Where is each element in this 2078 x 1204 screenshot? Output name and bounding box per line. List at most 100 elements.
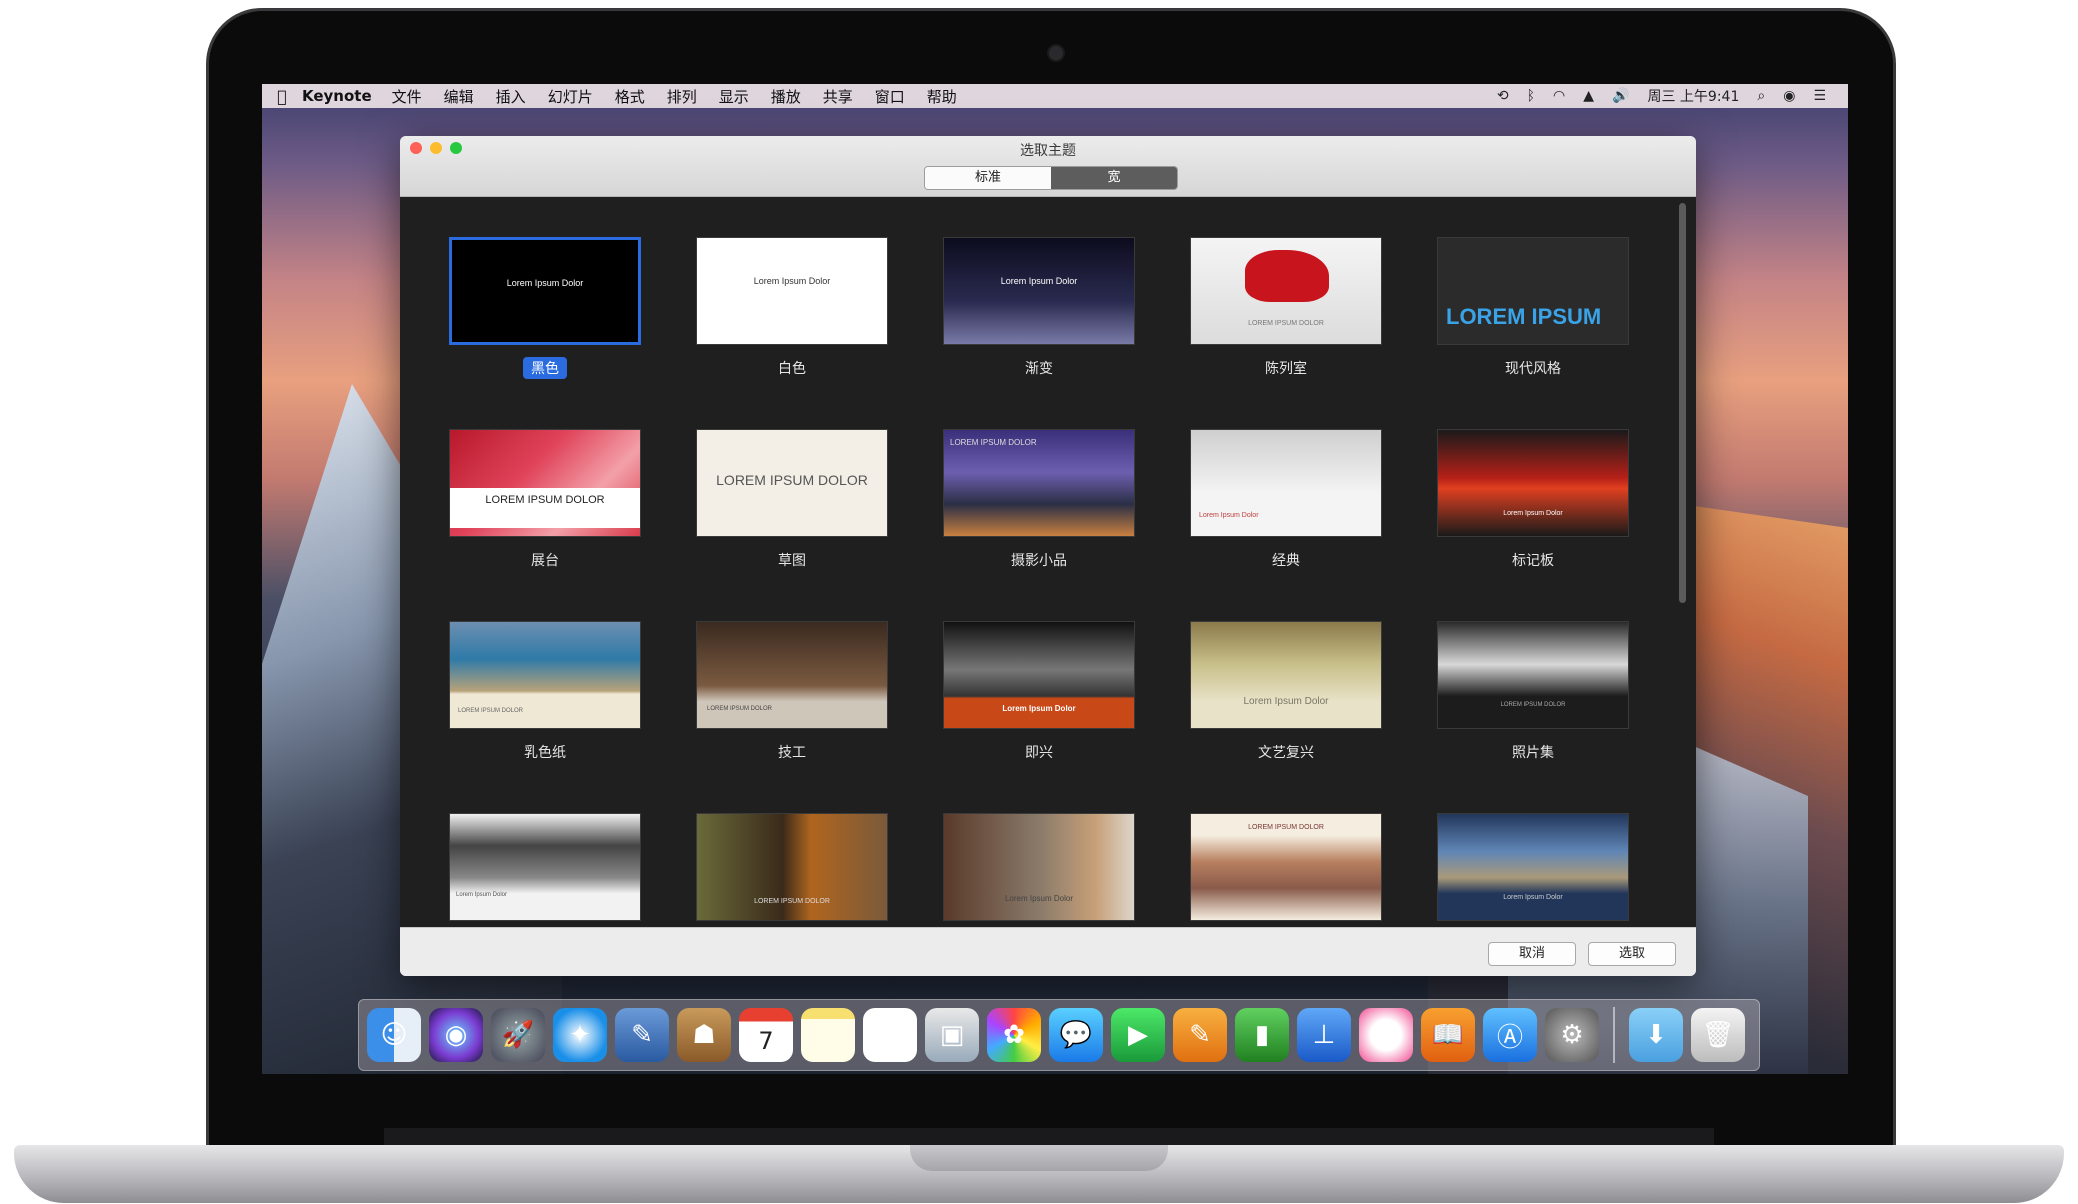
theme-item[interactable]: LOREM IPSUM DOLOR 技工 xyxy=(695,621,889,763)
theme-item[interactable]: LOREM IPSUM DOLOR 照片集 xyxy=(1436,621,1630,763)
app-store-icon[interactable]: Ⓐ xyxy=(1483,1008,1537,1062)
theme-item[interactable]: Lorem Ipsum Dolor 文艺复兴 xyxy=(1189,621,1383,763)
scrollbar[interactable] xyxy=(1679,203,1686,603)
theme-item[interactable]: Lorem Ipsum Dolor 即兴 xyxy=(942,621,1136,763)
theme-thumbnail[interactable]: Lorem Ipsum Dolor xyxy=(449,237,641,345)
theme-thumbnail[interactable]: LOREM IPSUM DOLOR xyxy=(449,429,641,537)
menu-item-9[interactable]: 窗口 xyxy=(875,86,905,107)
theme-thumbnail[interactable]: Lorem Ipsum Dolor xyxy=(1437,429,1629,537)
theme-thumbnail[interactable]: Lorem Ipsum Dolor xyxy=(1437,813,1629,921)
thumbnail-title: Lorem Ipsum Dolor xyxy=(1503,510,1563,517)
wifi-icon[interactable]: ◠ xyxy=(1553,88,1565,104)
numbers-icon[interactable]: ▮ xyxy=(1235,1008,1289,1062)
theme-item[interactable]: Lorem Ipsum Dolor 黑色 xyxy=(448,237,642,379)
reminders-icon[interactable]: ⋮ xyxy=(863,1008,917,1062)
theme-thumbnail[interactable]: Lorem Ipsum Dolor xyxy=(1190,621,1382,729)
keynote-icon[interactable]: ⊥ xyxy=(1297,1008,1351,1062)
bluetooth-icon[interactable]: ᛒ xyxy=(1527,88,1535,104)
theme-thumbnail[interactable]: LOREM IPSUM DOLOR xyxy=(449,621,641,729)
theme-thumbnail[interactable]: Lorem Ipsum Dolor xyxy=(943,237,1135,345)
spotlight-icon[interactable]: ⌕ xyxy=(1757,88,1765,104)
theme-item[interactable]: LOREM IPSUM DOLOR 摄影小品 xyxy=(942,429,1136,571)
itunes-icon[interactable]: ♪ xyxy=(1359,1008,1413,1062)
thumbnail-title: LOREM IPSUM DOLOR xyxy=(1500,702,1566,708)
menu-item-10[interactable]: 帮助 xyxy=(927,86,957,107)
menu-item-2[interactable]: 插入 xyxy=(496,86,526,107)
menu-item-4[interactable]: 格式 xyxy=(615,86,645,107)
siri-icon[interactable]: ◉ xyxy=(429,1008,483,1062)
theme-thumbnail[interactable]: Lorem Ipsum Dolor xyxy=(696,237,888,345)
aspect-segmented-control: 标准 宽 xyxy=(924,166,1178,190)
theme-thumbnail[interactable]: Lorem Ipsum Dolor xyxy=(1190,429,1382,537)
photo-viewer-icon[interactable]: ▣ xyxy=(925,1008,979,1062)
thumbnail-title: LOREM IPSUM DOLOR xyxy=(754,898,830,905)
theme-thumbnail[interactable]: LOREM IPSUM DOLOR xyxy=(1437,621,1629,729)
menu-item-0[interactable]: 文件 xyxy=(392,86,422,107)
preview-icon[interactable]: ✎ xyxy=(615,1008,669,1062)
facetime-icon[interactable]: ▶ xyxy=(1111,1008,1165,1062)
thumbnail-title: Lorem Ipsum Dolor xyxy=(753,276,831,286)
theme-thumbnail[interactable]: LOREM IPSUM DOLOR xyxy=(696,621,888,729)
tab-wide[interactable]: 宽 xyxy=(1051,167,1177,189)
theme-thumbnail[interactable]: LOREM IPSUM xyxy=(1437,237,1629,345)
theme-thumbnail[interactable]: Lorem Ipsum Dolor xyxy=(943,621,1135,729)
theme-item[interactable]: LOREM IPSUM DOLOR 展台 xyxy=(448,429,642,571)
camera xyxy=(1047,44,1065,62)
menu-item-5[interactable]: 排列 xyxy=(667,86,697,107)
airplay-icon[interactable]: ▲ xyxy=(1583,88,1594,104)
theme-thumbnail[interactable]: LOREM IPSUM DOLOR xyxy=(1190,813,1382,921)
theme-label: 文艺复兴 xyxy=(1258,745,1314,761)
notes-icon[interactable] xyxy=(801,1008,855,1062)
theme-item[interactable]: LOREM IPSUM DOLOR 陈列室 xyxy=(1189,237,1383,379)
calendar-icon[interactable]: 7 xyxy=(739,1008,793,1062)
menu-item-6[interactable]: 显示 xyxy=(719,86,749,107)
theme-thumbnail[interactable]: LOREM IPSUM DOLOR xyxy=(943,429,1135,537)
theme-item[interactable]: Lorem Ipsum Dolor 渐变 xyxy=(942,237,1136,379)
notification-center-icon[interactable]: ☰ xyxy=(1813,88,1826,104)
screen:  Keynote 文件 编辑 插入 幻灯片 格式 排列 显示 播放 共享 窗口 帮助 ⟲ ᛒ ◠ … xyxy=(262,84,1848,1074)
thumbnail-title: LOREM IPSUM DOLOR xyxy=(485,494,605,506)
window-title: 选取主题 xyxy=(1020,143,1076,159)
launchpad-icon[interactable]: 🚀 xyxy=(491,1008,545,1062)
siri-menu-icon[interactable]: ◉ xyxy=(1783,88,1795,104)
messages-icon[interactable]: 💬 xyxy=(1049,1008,1103,1062)
choose-button[interactable]: 选取 xyxy=(1588,942,1676,966)
tab-standard[interactable]: 标准 xyxy=(925,167,1051,189)
finder-icon[interactable]: ☺ xyxy=(367,1008,421,1062)
theme-item[interactable]: Lorem Ipsum Dolor 经典 xyxy=(1189,429,1383,571)
theme-label: 白色 xyxy=(778,361,806,377)
menu-app-name[interactable]: Keynote xyxy=(302,87,372,105)
menu-item-7[interactable]: 播放 xyxy=(771,86,801,107)
clock[interactable]: 周三 上午9:41 xyxy=(1647,86,1739,106)
theme-label: 标记板 xyxy=(1512,553,1554,569)
time-machine-icon[interactable]: ⟲ xyxy=(1497,88,1509,104)
contacts-icon[interactable]: ☗ xyxy=(677,1008,731,1062)
theme-thumbnail[interactable]: LOREM IPSUM DOLOR xyxy=(1190,237,1382,345)
menu-item-8[interactable]: 共享 xyxy=(823,86,853,107)
apple-menu-icon[interactable]:  xyxy=(262,87,302,106)
downloads-folder-icon[interactable]: ⬇ xyxy=(1629,1008,1683,1062)
pages-icon[interactable]: ✎ xyxy=(1173,1008,1227,1062)
theme-item[interactable]: LOREM IPSUM DOLOR 乳色纸 xyxy=(448,621,642,763)
menu-items: 文件 编辑 插入 幻灯片 格式 排列 显示 播放 共享 窗口 帮助 xyxy=(392,86,979,107)
menu-item-1[interactable]: 编辑 xyxy=(444,86,474,107)
trash-icon[interactable]: 🗑 xyxy=(1691,1008,1745,1062)
theme-thumbnail[interactable]: LOREM IPSUM DOLOR xyxy=(696,813,888,921)
theme-thumbnail[interactable]: LOREM IPSUM DOLOR xyxy=(696,429,888,537)
thumbnail-title: Lorem Ipsum Dolor xyxy=(1004,894,1074,903)
theme-thumbnail[interactable]: Lorem Ipsum Dolor xyxy=(943,813,1135,921)
theme-item[interactable]: Lorem Ipsum Dolor 标记板 xyxy=(1436,429,1630,571)
volume-icon[interactable]: 🔊 xyxy=(1612,88,1629,104)
safari-icon[interactable]: ✦ xyxy=(553,1008,607,1062)
ibooks-icon[interactable]: 📖 xyxy=(1421,1008,1475,1062)
theme-label: 展台 xyxy=(531,553,559,569)
photos-icon[interactable]: ✿ xyxy=(987,1008,1041,1062)
theme-item[interactable]: LOREM IPSUM 现代风格 xyxy=(1436,237,1630,379)
theme-item[interactable]: Lorem Ipsum Dolor 白色 xyxy=(695,237,889,379)
theme-label: 经典 xyxy=(1272,553,1300,569)
menu-item-3[interactable]: 幻灯片 xyxy=(548,86,593,107)
system-preferences-icon[interactable]: ⚙ xyxy=(1545,1008,1599,1062)
theme-item[interactable]: LOREM IPSUM DOLOR 草图 xyxy=(695,429,889,571)
theme-thumbnail[interactable]: Lorem Ipsum Dolor xyxy=(449,813,641,921)
cancel-button[interactable]: 取消 xyxy=(1488,942,1576,966)
